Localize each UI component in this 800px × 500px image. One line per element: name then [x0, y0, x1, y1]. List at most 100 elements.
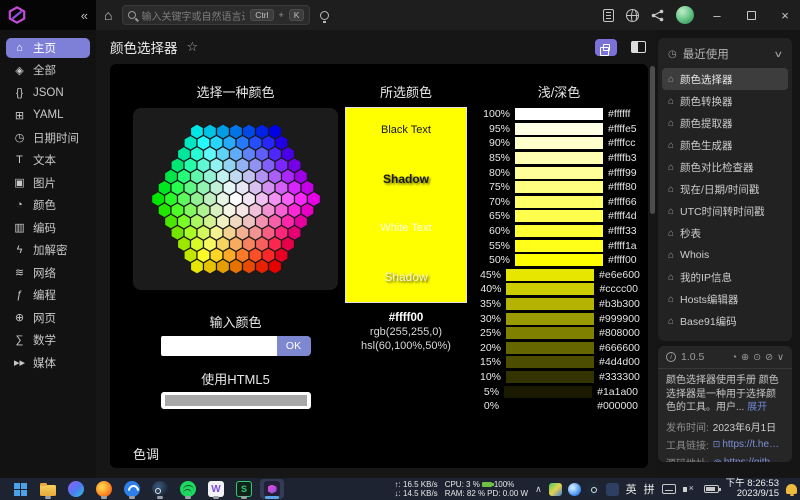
- shade-swatch[interactable]: [506, 356, 594, 368]
- recent-item[interactable]: ⌂UTC时间转时间戳: [662, 200, 788, 222]
- shade-swatch[interactable]: [515, 254, 603, 266]
- recent-item[interactable]: ⌂Base91编码: [662, 310, 788, 332]
- close-button[interactable]: ×: [774, 8, 796, 23]
- clock-widget[interactable]: 下午 8:26:53 2023/9/15: [726, 479, 779, 500]
- taskbar-app-he3-toolbox[interactable]: [260, 479, 284, 499]
- touch-keyboard-icon[interactable]: [662, 484, 676, 494]
- tray-colorful-icon[interactable]: [549, 483, 562, 496]
- shade-swatch[interactable]: [515, 240, 603, 252]
- battery-icon[interactable]: [704, 485, 719, 493]
- info-collapse-chevron-icon[interactable]: ∨: [777, 352, 784, 363]
- hex-color-cell[interactable]: [307, 192, 320, 207]
- color-text-input[interactable]: [161, 336, 277, 356]
- info-row-value[interactable]: https://github.com...: [724, 457, 784, 462]
- net-speed-widget[interactable]: ↑: 16.5 KB/s ↓: 14.5 KB/s: [395, 480, 438, 498]
- taskbar-app-green-app[interactable]: S: [232, 479, 256, 499]
- hex-color-grid[interactable]: [136, 113, 336, 285]
- sidebar-item-yaml[interactable]: ⊞YAML: [6, 106, 90, 126]
- shade-swatch[interactable]: [515, 152, 603, 164]
- sidebar-item-web[interactable]: ⊕网页: [6, 308, 90, 328]
- language-icon[interactable]: [626, 9, 639, 22]
- info-row-value[interactable]: https://t.he3app.co...: [722, 439, 784, 450]
- tray-overflow-chevron-icon[interactable]: ∧: [535, 484, 542, 495]
- sidebar-item-all[interactable]: ◈全部: [6, 61, 90, 81]
- recent-collapse-chevron-icon[interactable]: ∨: [774, 49, 784, 60]
- minimize-button[interactable]: –: [706, 8, 728, 23]
- taskbar-app-firefox[interactable]: [92, 479, 116, 499]
- sidebar-collapse-icon[interactable]: «: [81, 8, 88, 23]
- user-avatar[interactable]: [676, 6, 694, 24]
- recent-item[interactable]: ⌂颜色提取器: [662, 112, 788, 134]
- taskbar-app-steam[interactable]: [148, 479, 172, 499]
- shade-swatch[interactable]: [515, 225, 603, 237]
- web-icon[interactable]: ⊕: [741, 352, 749, 363]
- sidebar-item-json[interactable]: {}JSON: [6, 83, 90, 103]
- shade-swatch[interactable]: [504, 386, 592, 398]
- shade-swatch[interactable]: [515, 167, 603, 179]
- changelog-icon[interactable]: [603, 9, 614, 22]
- shade-swatch[interactable]: [506, 298, 594, 310]
- recent-item[interactable]: ⌂Whois: [662, 244, 788, 266]
- sidebar-item-network[interactable]: ≋网络: [6, 263, 90, 283]
- recent-item[interactable]: ⌂我的IP信息: [662, 266, 788, 288]
- recent-item[interactable]: ⌂颜色生成器: [662, 134, 788, 156]
- shade-swatch[interactable]: [506, 283, 594, 295]
- recent-item[interactable]: ⌂颜色对比检查器: [662, 156, 788, 178]
- taskbar-app-spotify[interactable]: [176, 479, 200, 499]
- shade-swatch[interactable]: [515, 210, 603, 222]
- history-icon[interactable]: ◔: [731, 352, 737, 363]
- sidebar-item-crypto[interactable]: ϟ加解密: [6, 241, 90, 261]
- expand-link[interactable]: 展开: [747, 402, 767, 413]
- taskbar-app-blue-app[interactable]: [120, 479, 144, 499]
- recent-item[interactable]: ⌂Hosts编辑器: [662, 288, 788, 310]
- issue-icon[interactable]: ⊘: [765, 352, 773, 363]
- recent-item[interactable]: ⌂现在/日期/时间戳: [662, 178, 788, 200]
- shade-swatch[interactable]: [515, 181, 603, 193]
- taskbar-app-copilot[interactable]: [64, 479, 88, 499]
- shade-swatch[interactable]: [506, 371, 594, 383]
- github-icon[interactable]: ⊙: [753, 352, 761, 363]
- tray-blue-icon[interactable]: [568, 483, 581, 496]
- shade-swatch[interactable]: [506, 269, 594, 281]
- sidebar-item-encode[interactable]: ▥编码: [6, 218, 90, 238]
- sidebar-item-datetime[interactable]: ◷日期时间: [6, 128, 90, 148]
- sidebar-item-math[interactable]: ∑数学: [6, 331, 90, 351]
- recent-item[interactable]: ⌂颜色转换器: [662, 90, 788, 112]
- shade-swatch[interactable]: [515, 123, 603, 135]
- taskbar-app-purple-app[interactable]: W: [204, 479, 228, 499]
- sidebar-item-programming[interactable]: ƒ编程: [6, 286, 90, 306]
- home-icon[interactable]: ⌂: [104, 7, 112, 23]
- sidebar-item-home[interactable]: ⌂主页: [6, 38, 90, 58]
- sidebar-item-text[interactable]: T文本: [6, 151, 90, 171]
- taskbar-app-file-explorer[interactable]: [36, 479, 60, 499]
- shade-swatch[interactable]: [515, 137, 603, 149]
- taskbar-app-start[interactable]: [8, 479, 32, 499]
- open-in-window-button[interactable]: [595, 39, 617, 56]
- system-monitor-widget[interactable]: CPU: 3 %100% RAM: 82 %PD: 0.00 W: [445, 480, 528, 498]
- favorite-star-icon[interactable]: ☆: [187, 39, 199, 55]
- tray-steam-icon[interactable]: [587, 483, 600, 496]
- sidebar-item-media[interactable]: ▸▸媒体: [6, 353, 90, 373]
- shade-swatch[interactable]: [515, 108, 603, 120]
- main-scrollbar-thumb[interactable]: [650, 66, 655, 214]
- ime-mode-indicator[interactable]: 拼: [644, 481, 655, 497]
- shade-swatch[interactable]: [504, 400, 592, 412]
- share-icon[interactable]: [651, 9, 664, 22]
- recent-item[interactable]: ⌂颜色选择器: [662, 68, 788, 90]
- ime-language-indicator[interactable]: 英: [626, 481, 637, 497]
- ok-button[interactable]: OK: [277, 336, 311, 356]
- sidebar-item-image[interactable]: ▣图片: [6, 173, 90, 193]
- panel-toggle-icon[interactable]: [631, 41, 646, 53]
- shade-swatch[interactable]: [515, 196, 603, 208]
- shade-swatch[interactable]: [506, 327, 594, 339]
- sidebar-item-color[interactable]: ◔颜色: [6, 196, 90, 216]
- html5-color-input[interactable]: [161, 392, 311, 409]
- recent-item[interactable]: ⌂秒表: [662, 222, 788, 244]
- tray-dark-icon[interactable]: [606, 483, 619, 496]
- notification-bell-icon[interactable]: [786, 484, 797, 494]
- shade-swatch[interactable]: [506, 342, 594, 354]
- search-input[interactable]: 输入关键字或自然语言进... Ctrl + K: [122, 5, 310, 25]
- maximize-button[interactable]: [740, 8, 762, 23]
- volume-muted-icon[interactable]: [683, 484, 697, 495]
- lightbulb-icon[interactable]: [320, 11, 329, 20]
